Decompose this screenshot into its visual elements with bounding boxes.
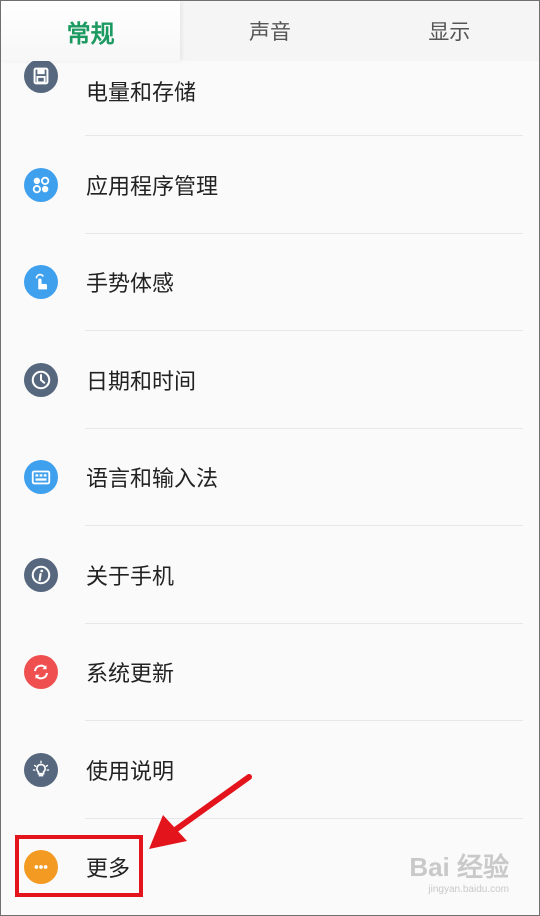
settings-item-label: 电量和存储 (86, 81, 197, 106)
tab-display[interactable]: 显示 (360, 1, 539, 61)
settings-item-label: 关于手机 (86, 564, 175, 590)
highlight-box (15, 835, 143, 897)
tab-sound[interactable]: 声音 (180, 1, 359, 61)
refresh-icon (24, 655, 58, 690)
tab-bar: 常规 声音 显示 (1, 1, 539, 61)
settings-item-language[interactable]: 语言和输入法 (1, 429, 539, 526)
pointer-arrow-icon (149, 774, 252, 849)
lightbulb-icon (24, 752, 58, 787)
settings-screen: 电量和存储 应用程序管理 手势体感 日期和时间 语言和输入法 关于手机 系统更新… (0, 0, 540, 916)
settings-item-label: 系统更新 (86, 662, 175, 688)
save-icon (24, 59, 58, 93)
settings-item-label: 日期和时间 (86, 369, 197, 395)
apps-icon (24, 167, 58, 202)
watermark: Bai 经验 jingyan.baidu.com (409, 847, 509, 895)
tab-general[interactable]: 常规 (1, 1, 181, 61)
settings-item-guide[interactable]: 使用说明 (1, 721, 539, 819)
settings-item-update[interactable]: 系统更新 (1, 624, 539, 721)
settings-item-label: 手势体感 (86, 272, 175, 298)
settings-item-label: 语言和输入法 (86, 467, 219, 493)
info-icon (24, 557, 58, 592)
settings-item-datetime[interactable]: 日期和时间 (1, 331, 539, 429)
settings-item-label: 应用程序管理 (86, 174, 219, 200)
watermark-brand: Bai 经验 (409, 852, 509, 882)
watermark-sub: jingyan.baidu.com (428, 884, 509, 895)
settings-item-gesture[interactable]: 手势体感 (1, 234, 539, 331)
keyboard-icon (24, 460, 58, 495)
settings-item-about[interactable]: 关于手机 (1, 526, 539, 624)
settings-item-apps[interactable]: 应用程序管理 (1, 136, 539, 234)
gesture-icon (24, 265, 58, 300)
clock-icon (24, 362, 58, 397)
settings-list: 电量和存储 应用程序管理 手势体感 日期和时间 语言和输入法 关于手机 系统更新… (1, 41, 539, 915)
